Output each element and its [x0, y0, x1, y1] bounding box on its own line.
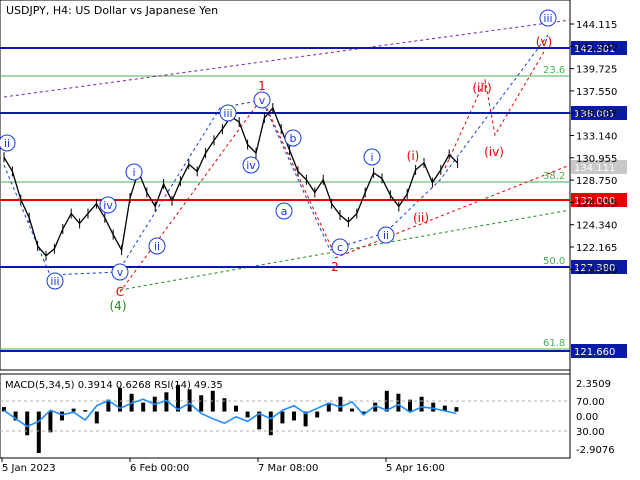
price-tick-label: 133.140: [576, 132, 617, 143]
wave-label: v: [117, 266, 124, 279]
price-tick-label: 135.335: [576, 109, 617, 120]
wave-label: a: [281, 205, 288, 218]
wave-label: iii: [223, 107, 232, 120]
wave-label: ii: [4, 137, 10, 150]
price-tick-label: 137.550: [576, 87, 617, 98]
time-tick-label: 5 Jan 2023: [2, 463, 56, 474]
wave-label: b: [290, 132, 297, 145]
main-panel-border: [0, 0, 571, 371]
price-tick-label: 119.950: [576, 265, 617, 276]
wave-label: iv: [246, 159, 256, 172]
wave-label: c: [337, 241, 343, 254]
wave-label: iv: [103, 199, 113, 212]
fibo-label: 23.6: [543, 65, 565, 76]
wave-label: v: [259, 94, 266, 107]
price-tick-label: 122.165: [576, 243, 617, 254]
wave-label: (v): [536, 35, 552, 49]
indicator-axis-label: 70.00: [576, 397, 605, 408]
indicator-axis-label: 2.3509: [576, 379, 611, 390]
wave-label: iii: [50, 275, 59, 288]
price-axis-labels: 144.115 141.940 139.725 137.550 135.335 133.1…: [570, 20, 617, 276]
wave-label: (iii): [472, 81, 491, 95]
price-tick-label: 124.340: [576, 221, 617, 232]
indicator-axis-labels: 2.3509 70.00 0.00 30.00 -2.9076: [576, 379, 615, 456]
wave-label: 1: [258, 79, 266, 93]
fibo-label: 61.8: [543, 338, 565, 349]
wave-label: (i): [407, 149, 420, 163]
indicator-axis-label: 30.00: [576, 427, 605, 438]
wave-label: (4): [110, 299, 127, 313]
time-tick-label: 7 Mar 08:00: [258, 463, 318, 474]
time-tick-label: 6 Feb 00:00: [130, 463, 189, 474]
wave-label: i: [370, 151, 373, 164]
wave-label: (ii): [413, 211, 429, 225]
fibo-label: 50.0: [543, 256, 565, 267]
price-tick-label: 139.725: [576, 65, 617, 76]
chart-title: USDJPY, H4: US Dollar vs Japanese Yen: [6, 4, 218, 17]
wave-label: iii: [543, 12, 552, 25]
wave-label: ii: [154, 240, 160, 253]
indicator-axis-label: -2.9076: [576, 445, 615, 456]
wave-label: i: [132, 166, 135, 179]
fibo-label: 38.2: [543, 171, 565, 182]
price-tick-label: 144.115: [576, 20, 617, 31]
time-tick-label: 5 Apr 16:00: [386, 463, 445, 474]
wave-label: 2: [331, 260, 339, 274]
indicator-axis-label: 0.00: [576, 412, 598, 423]
level-price-label: 121.660: [574, 347, 615, 358]
price-chart: USDJPY, H4: US Dollar vs Japanese Yen 23…: [0, 0, 627, 474]
wave-label: (iv): [484, 145, 504, 159]
indicator-label: MACD(5,34,5) 0.3914 0.6268 RSI(14) 49.35: [5, 380, 223, 391]
wave-label: C: [116, 285, 124, 299]
price-tick-label: 141.940: [576, 42, 617, 53]
time-axis-labels: 5 Jan 2023 6 Feb 00:00 7 Mar 08:00 5 Apr 16…: [1, 458, 445, 474]
price-tick-label: 130.955: [576, 154, 617, 165]
price-tick-label: 126.555: [576, 198, 617, 209]
wave-label: ii: [383, 229, 389, 242]
price-tick-label: 128.750: [576, 176, 617, 187]
